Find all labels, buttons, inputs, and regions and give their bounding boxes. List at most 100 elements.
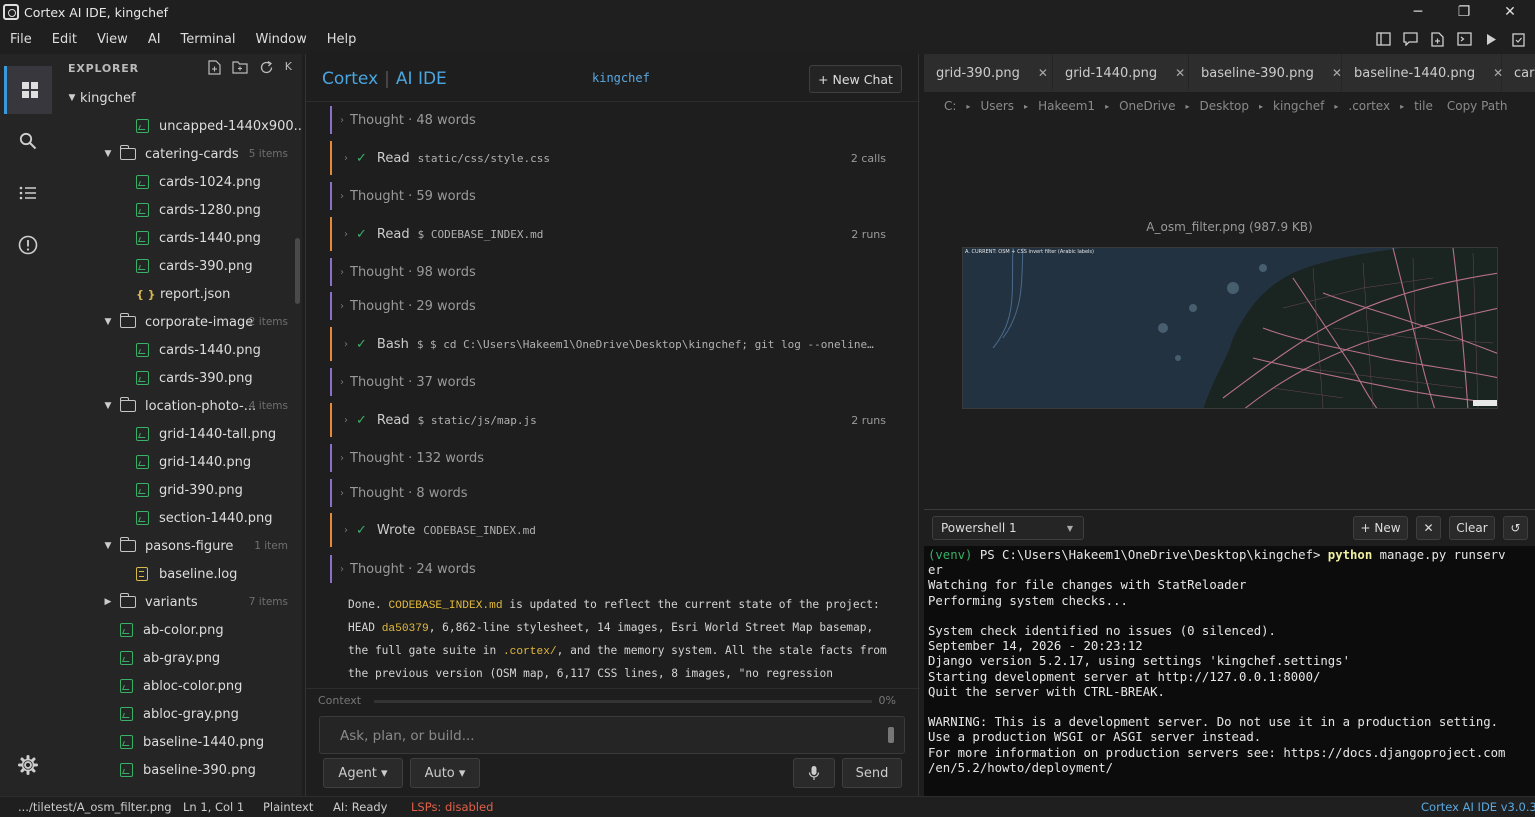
tree-folder[interactable]: ▼ corporate-image 2 items: [56, 308, 296, 336]
refresh-icon[interactable]: [259, 60, 274, 79]
tree-file[interactable]: uncapped-1440x900....: [56, 112, 302, 140]
tree-root-folder[interactable]: ▼ kingchef: [66, 84, 302, 112]
menu-window[interactable]: Window: [246, 32, 317, 47]
tree-file[interactable]: ab-gray.png: [56, 644, 296, 672]
tab-card[interactable]: card: [1502, 54, 1535, 91]
menu-help[interactable]: Help: [317, 32, 367, 47]
thought-block[interactable]: › Thought · 8 words: [330, 479, 896, 507]
search-icon[interactable]: [4, 117, 52, 165]
tree-file[interactable]: section-1440.png: [56, 504, 296, 532]
new-terminal-button[interactable]: + New: [1353, 516, 1408, 540]
terminal-line: September 14, 2026 - 20:23:12: [928, 639, 1143, 654]
new-folder-icon[interactable]: [232, 60, 248, 79]
thought-block[interactable]: › Thought · 37 words: [330, 368, 896, 396]
model-select[interactable]: Auto ▾: [410, 758, 480, 788]
tool-call-block[interactable]: › ✓ Read static/css/style.css 2 calls: [330, 141, 896, 175]
tree-file[interactable]: cards-1440.png: [56, 336, 296, 364]
tool-call-block[interactable]: › ✓ Wrote CODEBASE_INDEX.md: [330, 513, 896, 547]
explorer-scrollbar[interactable]: [295, 238, 300, 304]
close-window-button[interactable]: ✕: [1487, 0, 1533, 24]
tool-call-block[interactable]: › ✓ Bash $ $ cd C:\Users\Hakeem1\OneDrive\D…: [330, 327, 896, 361]
tree-folder[interactable]: ▼ pasons-figure 1 item: [56, 532, 296, 560]
run-icon[interactable]: [1482, 30, 1500, 48]
tree-file[interactable]: grid-1440.png: [56, 448, 296, 476]
tree-file[interactable]: grid-1440-tall.png: [56, 420, 296, 448]
tree-folder[interactable]: ▼ location-photo-... 4 items: [56, 392, 296, 420]
restore-button[interactable]: ❐: [1441, 0, 1487, 24]
list-view-icon[interactable]: [4, 169, 52, 217]
new-file-icon[interactable]: [1428, 30, 1446, 48]
tool-call-block[interactable]: › ✓ Read $ CODEBASE_INDEX.md 2 runs: [330, 217, 896, 251]
tree-file[interactable]: baseline.log: [56, 560, 296, 588]
thought-block[interactable]: › Thought · 48 words: [330, 106, 896, 134]
explorer-view-icon[interactable]: [4, 66, 52, 114]
tree-folder[interactable]: ▶ variants 7 items: [56, 588, 296, 616]
menu-ai[interactable]: AI: [138, 32, 171, 47]
send-button[interactable]: Send: [842, 758, 902, 788]
shell-select[interactable]: Powershell 1 ▼: [932, 516, 1084, 540]
tab-grid-390[interactable]: grid-390.png ✕: [924, 54, 1053, 91]
image-preview[interactable]: A. CURRENT: OSM + CSS invert filter (Ara…: [962, 247, 1498, 409]
tab-grid-1440[interactable]: grid-1440.png ✕: [1053, 54, 1189, 91]
breadcrumb-item[interactable]: Hakeem1: [1038, 99, 1095, 113]
close-icon[interactable]: ✕: [1038, 66, 1048, 80]
thought-block[interactable]: › Thought · 59 words: [330, 182, 896, 210]
tool-call-block[interactable]: › ✓ Read $ static/js/map.js 2 runs: [330, 403, 896, 437]
tree-file[interactable]: grid-390.png: [56, 476, 296, 504]
status-lsp[interactable]: LSPs: disabled: [411, 800, 493, 814]
breadcrumb-item[interactable]: .cortex: [1348, 99, 1390, 113]
tree-file[interactable]: abloc-gray.png: [56, 700, 296, 728]
new-file-icon[interactable]: [208, 60, 221, 79]
tree-file[interactable]: cards-1440.png: [56, 224, 296, 252]
thought-block[interactable]: › Thought · 24 words: [330, 555, 896, 583]
tree-file[interactable]: cards-1024.png: [56, 168, 296, 196]
close-icon[interactable]: ✕: [1175, 66, 1185, 80]
status-language[interactable]: Plaintext: [263, 800, 313, 814]
collapse-all-icon[interactable]: K: [285, 60, 292, 79]
agent-mode-select[interactable]: Agent ▾: [323, 758, 403, 788]
breadcrumb-item[interactable]: kingchef: [1273, 99, 1324, 113]
clipboard-check-icon[interactable]: [1509, 30, 1527, 48]
chat-icon[interactable]: [1401, 30, 1419, 48]
tree-file[interactable]: cards-1280.png: [56, 196, 296, 224]
thought-block[interactable]: › Thought · 98 words: [330, 258, 896, 286]
breadcrumb-item[interactable]: tile: [1414, 99, 1433, 113]
tree-file[interactable]: ab-color.png: [56, 616, 296, 644]
kill-terminal-button[interactable]: ✕: [1416, 516, 1441, 540]
tree-folder[interactable]: ▼ catering-cards 5 items: [56, 140, 296, 168]
restart-terminal-button[interactable]: ↺: [1503, 516, 1528, 540]
terminal-output[interactable]: (venv) PS C:\Users\Hakeem1\OneDrive\Desk…: [928, 548, 1533, 776]
tree-file[interactable]: cards-390.png: [56, 252, 296, 280]
minimize-button[interactable]: ─: [1395, 0, 1441, 24]
problems-alert-icon[interactable]: [4, 221, 52, 269]
new-chat-button[interactable]: + New Chat: [809, 65, 902, 93]
tab-baseline-1440[interactable]: baseline-1440.png ✕: [1342, 54, 1503, 91]
settings-gear-icon[interactable]: [4, 741, 52, 789]
tree-file[interactable]: baseline-1440.png: [56, 728, 296, 756]
terminal-icon[interactable]: [1455, 30, 1473, 48]
close-icon[interactable]: ✕: [1332, 66, 1342, 80]
chat-input[interactable]: Ask, plan, or build...: [319, 716, 905, 754]
menu-file[interactable]: File: [0, 32, 42, 47]
status-file-path[interactable]: .../tiletest/A_osm_filter.png: [18, 800, 172, 814]
breadcrumb-item[interactable]: Users: [980, 99, 1014, 113]
breadcrumb-item[interactable]: Desktop: [1200, 99, 1250, 113]
tab-baseline-390[interactable]: baseline-390.png ✕: [1189, 54, 1342, 91]
toggle-sidebar-icon[interactable]: [1374, 30, 1392, 48]
clear-terminal-button[interactable]: Clear: [1449, 516, 1495, 540]
thought-block[interactable]: › Thought · 132 words: [330, 444, 896, 472]
microphone-button[interactable]: [793, 758, 835, 788]
tree-file[interactable]: baseline-390.png: [56, 756, 296, 784]
menu-terminal[interactable]: Terminal: [171, 32, 246, 47]
menu-edit[interactable]: Edit: [42, 32, 87, 47]
tree-file[interactable]: abloc-color.png: [56, 672, 296, 700]
breadcrumb-item[interactable]: C:: [944, 99, 956, 113]
breadcrumb-item[interactable]: OneDrive: [1119, 99, 1175, 113]
thought-block[interactable]: › Thought · 29 words: [330, 292, 896, 320]
tree-file[interactable]: { } report.json: [56, 280, 296, 308]
status-cursor-position[interactable]: Ln 1, Col 1: [183, 800, 244, 814]
tree-file[interactable]: cards-390.png: [56, 364, 296, 392]
image-file-icon: [120, 623, 133, 637]
menu-view[interactable]: View: [87, 32, 138, 47]
copy-path-button[interactable]: Copy Path: [1447, 99, 1508, 113]
